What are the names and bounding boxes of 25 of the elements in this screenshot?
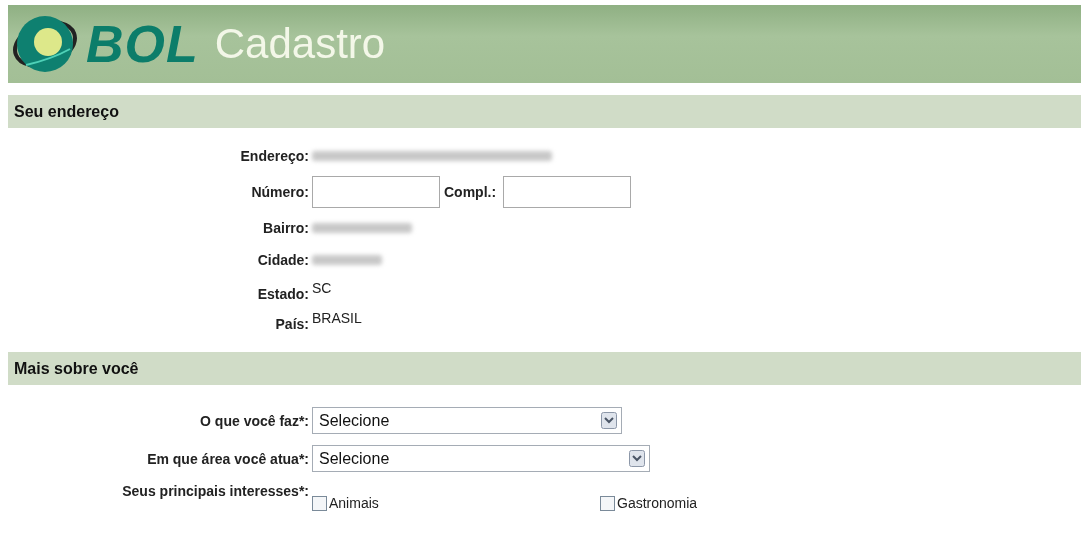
field-label: Cidade: — [257, 252, 309, 268]
interest-option[interactable]: Animais — [312, 495, 600, 511]
field-value: SC — [312, 280, 332, 296]
interest-option[interactable]: Gastronomia — [600, 495, 888, 511]
field-label: Compl.: — [444, 184, 497, 200]
blurred-text — [312, 255, 382, 265]
complement-input[interactable] — [503, 176, 632, 208]
dropdown-select[interactable]: Selecione — [312, 407, 622, 434]
dropdown-select[interactable]: Selecione — [312, 445, 650, 472]
field-label: Bairro: — [263, 220, 309, 236]
field-label: País: — [275, 316, 309, 332]
field-label: Seus principais interesses*: — [122, 483, 309, 499]
field-label: Em que área você atua*: — [147, 450, 309, 467]
section-heading: Seu endereço — [8, 95, 1081, 128]
checkbox[interactable] — [600, 496, 615, 511]
page-title: Cadastro — [214, 20, 386, 68]
field-label: Número: — [251, 184, 309, 200]
brand-logo-text: BOL — [86, 14, 199, 74]
field-label: O que você faz*: — [200, 412, 309, 429]
field-value: BRASIL — [312, 310, 362, 326]
checkbox[interactable] — [312, 496, 327, 511]
section-heading: Mais sobre você — [8, 352, 1081, 385]
field-label: Estado: — [257, 286, 309, 302]
number-input[interactable] — [312, 176, 440, 208]
field-label: Endereço: — [240, 148, 309, 164]
